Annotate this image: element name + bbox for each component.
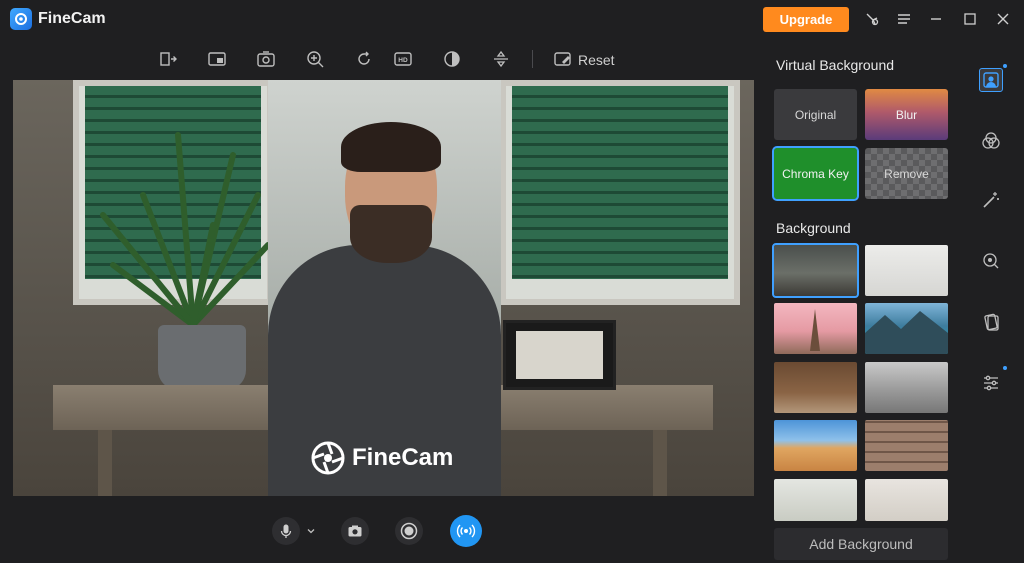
- table-leg: [653, 430, 667, 496]
- contrast-icon[interactable]: [441, 48, 463, 70]
- broadcast-icon[interactable]: [450, 515, 482, 547]
- notification-dot: [1003, 366, 1007, 370]
- finecam-watermark-icon: [311, 441, 345, 475]
- background-title: Background: [776, 220, 851, 236]
- background-thumb-eiffel-tower[interactable]: [774, 303, 857, 354]
- ai-face-icon[interactable]: [979, 249, 1003, 273]
- blur-option[interactable]: Blur: [865, 89, 948, 140]
- magic-wand-icon[interactable]: [979, 188, 1003, 212]
- layers-icon[interactable]: [979, 310, 1003, 334]
- record-icon[interactable]: [395, 517, 423, 545]
- zoom-in-icon[interactable]: [304, 48, 326, 70]
- add-background-button[interactable]: Add Background: [774, 528, 948, 560]
- toolbar-divider: [532, 50, 533, 68]
- remove-option-label: Remove: [884, 166, 929, 181]
- virtual-background-title: Virtual Background: [776, 57, 895, 73]
- background-thumb-plant-room[interactable]: [774, 479, 857, 521]
- background-thumb-brick-wall[interactable]: [865, 420, 948, 471]
- pin-icon[interactable]: [862, 9, 882, 29]
- background-thumb-desert[interactable]: [774, 420, 857, 471]
- maximize-icon[interactable]: [960, 9, 980, 29]
- svg-text:HD: HD: [398, 57, 408, 64]
- portrait-icon[interactable]: [979, 68, 1003, 92]
- original-option[interactable]: Original: [774, 89, 857, 140]
- chroma-key-option[interactable]: Chroma Key: [772, 146, 859, 201]
- original-option-label: Original: [794, 107, 837, 122]
- finecam-logo-icon: [10, 8, 32, 30]
- picture-frame: [503, 320, 616, 390]
- background-thumb-office-desk[interactable]: [772, 243, 859, 298]
- hd-icon[interactable]: HD: [392, 48, 414, 70]
- upgrade-button[interactable]: Upgrade: [763, 7, 849, 32]
- background-thumb-mountain-lake[interactable]: [865, 303, 948, 354]
- close-icon[interactable]: [993, 9, 1013, 29]
- app-title: FineCam: [38, 10, 106, 27]
- title-bar: FineCam Upgrade: [0, 0, 1024, 38]
- plant-image: [100, 132, 271, 328]
- chroma-key-option-label: Chroma Key: [782, 166, 849, 181]
- person-video-feed: [268, 80, 501, 496]
- window-right: [500, 80, 740, 305]
- remove-option[interactable]: Remove: [865, 148, 948, 199]
- mirror-icon[interactable]: [157, 48, 179, 70]
- watermark: FineCam: [310, 440, 453, 476]
- blur-option-label: Blur: [895, 107, 918, 122]
- background-thumb-plain-white[interactable]: [865, 245, 948, 296]
- flip-icon[interactable]: [490, 48, 512, 70]
- pip-icon[interactable]: [206, 48, 228, 70]
- camera-preview[interactable]: FineCam: [13, 80, 754, 496]
- person-hair: [341, 122, 441, 172]
- snapshot-icon[interactable]: [341, 517, 369, 545]
- menu-icon[interactable]: [894, 9, 914, 29]
- filters-icon[interactable]: [979, 129, 1003, 153]
- adjust-sliders-icon[interactable]: [979, 371, 1003, 395]
- minimize-icon[interactable]: [926, 9, 946, 29]
- microphone-icon[interactable]: [272, 517, 300, 545]
- notification-dot: [1003, 64, 1007, 68]
- reset-icon[interactable]: [552, 48, 574, 70]
- background-thumb-library[interactable]: [774, 362, 857, 413]
- camera-switch-icon[interactable]: [255, 48, 277, 70]
- watermark-text: FineCam: [352, 444, 454, 471]
- person-beard: [350, 205, 432, 263]
- rotate-icon[interactable]: [353, 48, 375, 70]
- table-leg: [98, 430, 112, 496]
- plant-pot: [158, 325, 246, 390]
- reset-button[interactable]: Reset: [578, 52, 615, 68]
- background-thumb-gallery-wall[interactable]: [865, 479, 948, 521]
- chevron-down-icon[interactable]: [302, 517, 320, 545]
- background-thumb-white-loft[interactable]: [865, 362, 948, 413]
